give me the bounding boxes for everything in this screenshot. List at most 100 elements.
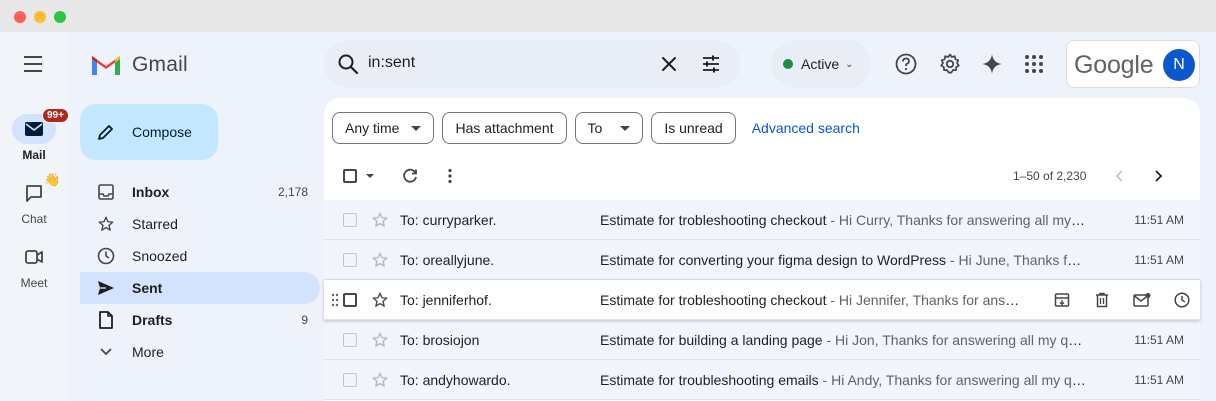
- email-subject-line: Estimate for building a landing page - H…: [600, 332, 1086, 348]
- main-menu-icon[interactable]: [22, 56, 46, 74]
- dropdown-caret-icon: [411, 125, 422, 131]
- nav-item-drafts[interactable]: Drafts 9: [80, 304, 320, 336]
- rail-item-meet[interactable]: Meet: [0, 242, 68, 290]
- email-snippet: - Hi Jon, Thanks for answering all my qu…: [826, 332, 1086, 348]
- minimize-window-button[interactable]: [34, 11, 46, 23]
- email-row[interactable]: To: andyhowardo. Estimate for troublesho…: [324, 360, 1200, 400]
- email-snippet: - Hi Curry, Thanks for answering all my …: [830, 212, 1086, 228]
- email-list: To: curryparker. Estimate for trobleshoo…: [324, 200, 1200, 400]
- google-logo: Google: [1074, 51, 1154, 79]
- email-subject: Estimate for building a landing page: [600, 332, 823, 348]
- status-selector[interactable]: Active ⌄: [771, 40, 871, 88]
- maximize-window-button[interactable]: [54, 11, 66, 23]
- gmail-logo[interactable]: Gmail: [90, 52, 188, 78]
- row-checkbox[interactable]: [343, 253, 357, 267]
- nav-item-label: Starred: [132, 216, 178, 232]
- window-titlebar: [0, 0, 1216, 32]
- compose-button[interactable]: Compose: [80, 104, 218, 160]
- help-icon[interactable]: [894, 52, 918, 76]
- nav-item-starred[interactable]: Starred: [80, 208, 320, 240]
- clear-search-icon[interactable]: [658, 53, 680, 75]
- rail-item-mail[interactable]: 99+ Mail: [0, 108, 69, 162]
- row-checkbox[interactable]: [343, 213, 357, 227]
- archive-icon[interactable]: [1042, 290, 1082, 310]
- select-options-caret-icon[interactable]: [366, 174, 374, 178]
- filter-chip-any-time[interactable]: Any time: [332, 112, 435, 144]
- app-rail: 99+ Mail 👋 Chat Meet: [0, 32, 69, 401]
- nav-item-snoozed[interactable]: Snoozed: [80, 240, 320, 272]
- chevron-down-icon: [100, 348, 112, 356]
- row-checkbox[interactable]: [343, 293, 357, 307]
- email-recipient: To: curryparker.: [400, 212, 497, 228]
- filter-chip-to[interactable]: To: [574, 112, 644, 144]
- nav-item-sent[interactable]: Sent: [80, 272, 320, 304]
- mark-unread-icon[interactable]: [1122, 290, 1162, 310]
- star-icon[interactable]: [371, 291, 389, 309]
- star-icon[interactable]: [371, 251, 389, 269]
- email-subject-line: Estimate for converting your figma desig…: [600, 252, 1086, 268]
- star-icon[interactable]: [371, 331, 389, 349]
- avatar[interactable]: N: [1163, 49, 1195, 81]
- email-time: 11:51 AM: [1134, 333, 1184, 347]
- wave-emoji-icon: 👋: [44, 172, 61, 187]
- account-switcher[interactable]: Google N: [1066, 40, 1200, 88]
- nav-item-inbox[interactable]: Inbox 2,178: [80, 176, 320, 208]
- email-subject-line: Estimate for trobleshooting checkout - H…: [600, 212, 1086, 228]
- chat-icon: [26, 185, 42, 202]
- email-subject-line: Estimate for troubleshooting emails - Hi…: [600, 372, 1086, 388]
- chevron-down-icon: ⌄: [845, 58, 854, 70]
- settings-gear-icon[interactable]: [938, 52, 962, 76]
- star-icon[interactable]: [371, 211, 389, 229]
- delete-icon[interactable]: [1082, 290, 1122, 310]
- email-row[interactable]: To: oreallyjune. Estimate for converting…: [324, 240, 1200, 280]
- clock-icon: [97, 247, 115, 265]
- draft-icon: [99, 311, 113, 329]
- gemini-sparkle-icon[interactable]: [980, 52, 1004, 76]
- filter-chip-is-unread[interactable]: Is unread: [651, 112, 736, 144]
- compose-label: Compose: [132, 124, 192, 140]
- nav-item-more[interactable]: More: [80, 336, 320, 368]
- dropdown-caret-icon: [620, 125, 631, 131]
- drag-handle-icon[interactable]: [331, 293, 339, 307]
- rail-item-chat[interactable]: 👋 Chat: [0, 172, 68, 226]
- filter-chip-has-attachment[interactable]: Has attachment: [442, 112, 567, 144]
- snooze-icon[interactable]: [1162, 290, 1202, 310]
- star-icon[interactable]: [371, 371, 389, 389]
- app-name: Gmail: [132, 53, 188, 76]
- chip-label: Is unread: [664, 120, 723, 136]
- email-subject: Estimate for troubleshooting emails: [600, 372, 819, 388]
- rail-item-label: Meet: [20, 276, 48, 290]
- pagination-range: 1–50 of 2,230: [1013, 169, 1087, 183]
- gmail-m-icon: [92, 56, 120, 75]
- email-row[interactable]: To: curryparker. Estimate for trobleshoo…: [324, 200, 1200, 240]
- chip-label: To: [587, 120, 603, 136]
- search-options-icon[interactable]: [700, 53, 722, 75]
- older-page-icon[interactable]: [1149, 167, 1167, 185]
- chip-label: Has attachment: [455, 120, 554, 136]
- apps-grid-icon[interactable]: [1022, 52, 1046, 76]
- nav-item-count: 9: [301, 313, 308, 327]
- rail-item-label: Chat: [21, 212, 47, 226]
- search-bar[interactable]: in:sent: [324, 40, 740, 88]
- email-snippet: - Hi Andy, Thanks for answering all my q…: [822, 372, 1086, 388]
- search-icon[interactable]: [336, 52, 360, 76]
- newer-page-icon[interactable]: [1111, 167, 1129, 185]
- advanced-search-link[interactable]: Advanced search: [752, 120, 860, 136]
- video-icon: [25, 250, 43, 264]
- row-checkbox[interactable]: [343, 333, 357, 347]
- chip-label: Any time: [345, 120, 400, 136]
- search-input[interactable]: in:sent: [368, 54, 415, 72]
- email-time: 11:51 AM: [1134, 373, 1184, 387]
- row-checkbox[interactable]: [343, 373, 357, 387]
- close-window-button[interactable]: [14, 11, 26, 23]
- email-subject: Estimate for converting your figma desig…: [600, 252, 947, 268]
- email-row[interactable]: To: brosiojon Estimate for building a la…: [324, 320, 1200, 360]
- more-options-icon[interactable]: [441, 167, 459, 185]
- nav-item-count: 2,178: [277, 185, 308, 199]
- email-row-hovered[interactable]: To: jenniferhof. Estimate for trobleshoo…: [324, 280, 1200, 320]
- select-all-checkbox[interactable]: [343, 169, 357, 183]
- email-time: 11:51 AM: [1134, 213, 1184, 227]
- row-hover-actions: [1042, 290, 1202, 310]
- pencil-icon: [98, 125, 113, 140]
- refresh-icon[interactable]: [401, 167, 419, 185]
